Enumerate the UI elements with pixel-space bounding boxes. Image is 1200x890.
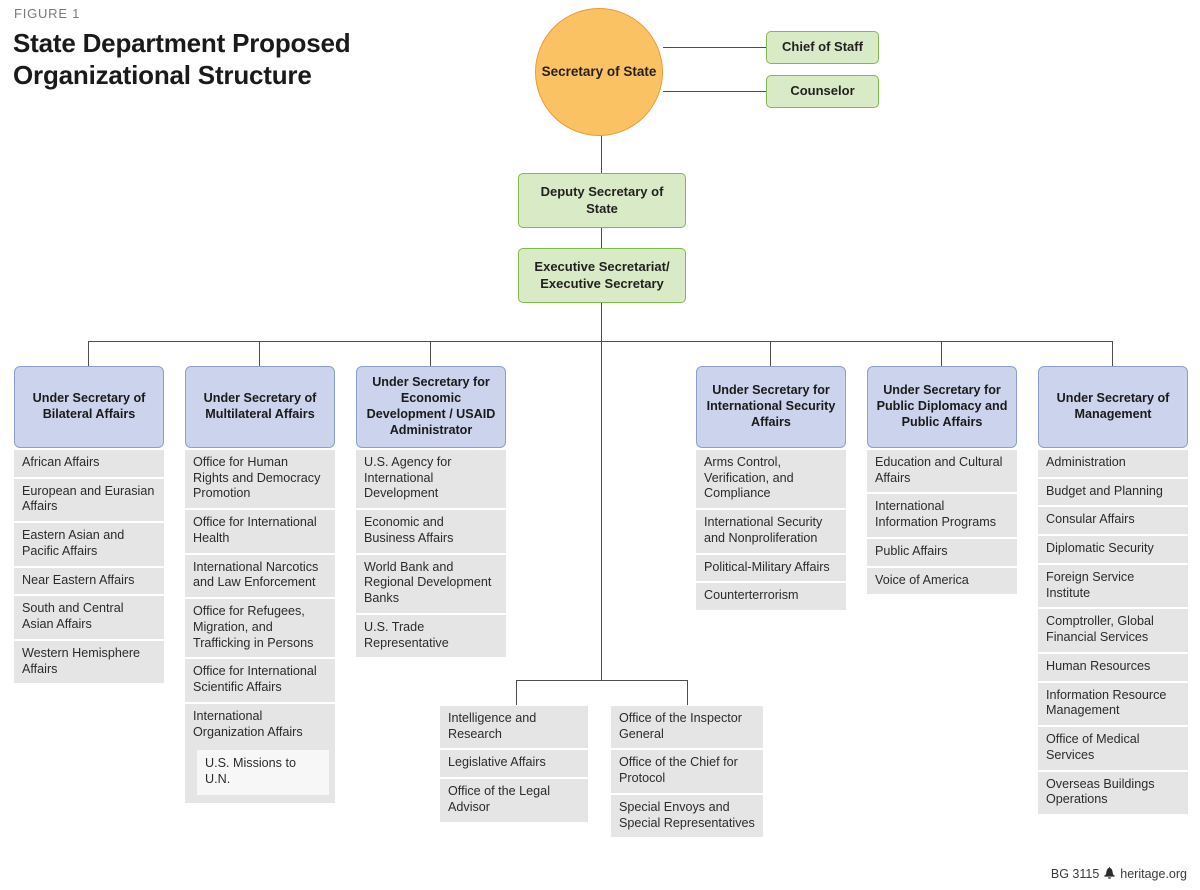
column-bilateral-affairs: Under Secretary of Bilateral Affairs Afr…: [14, 366, 164, 684]
connector-drop-col-2: [259, 341, 260, 367]
connector-bottom-bus: [516, 680, 688, 681]
bell-icon: [1104, 866, 1115, 881]
list-item[interactable]: International Security and Nonproliferat…: [696, 510, 846, 555]
list-item[interactable]: International Organization Affairs: [185, 703, 335, 747]
connector-drop-col-3: [430, 341, 431, 367]
bottom-item-list: Intelligence and Research Legislative Aff…: [440, 706, 588, 822]
chief-of-staff-label: Chief of Staff: [782, 39, 863, 55]
list-item[interactable]: Education and Cultural Affairs: [867, 450, 1017, 495]
list-item[interactable]: Office for International Scientific Affa…: [185, 659, 335, 704]
column-economic-development: Under Secretary for Economic Development…: [356, 366, 506, 658]
list-item[interactable]: Human Resources: [1038, 653, 1188, 683]
list-item[interactable]: Office of the Chief for Protocol: [611, 750, 763, 795]
bottom-group-right: Office of the Inspector General Office of…: [611, 704, 763, 838]
list-item[interactable]: South and Central Asian Affairs: [14, 596, 164, 641]
bottom-group-left: Intelligence and Research Legislative Aff…: [440, 704, 588, 822]
column-international-security-affairs: Under Secretary for International Securi…: [696, 366, 846, 611]
connector-exec-secretariat-bus: [601, 303, 602, 342]
column-item-list: Office for Human Rights and Democracy Pr…: [185, 450, 335, 747]
list-item[interactable]: Political-Military Affairs: [696, 554, 846, 584]
connector-secretary-deputy: [601, 132, 602, 174]
counselor-node[interactable]: Counselor: [766, 75, 879, 108]
org-chart-figure: FIGURE 1 State Department Proposed Organ…: [0, 0, 1200, 890]
secretary-of-state-node[interactable]: Secretary of State: [535, 8, 663, 136]
column-header[interactable]: Under Secretary for Economic Development…: [356, 366, 506, 448]
report-id: BG 3115: [1050, 866, 1100, 881]
list-item[interactable]: Economic and Business Affairs: [356, 510, 506, 555]
list-item[interactable]: Special Envoys and Special Representativ…: [611, 794, 763, 838]
list-item[interactable]: Office of Medical Services: [1038, 727, 1188, 772]
list-item[interactable]: Voice of America: [867, 567, 1017, 595]
list-item[interactable]: U.S. Trade Representative: [356, 614, 506, 658]
executive-secretariat-node[interactable]: Executive Secretariat/ Executive Secreta…: [518, 248, 686, 303]
connector-drop-bottom-left: [516, 680, 517, 705]
footer: BG 3115 heritage.org: [1051, 866, 1187, 881]
list-item[interactable]: Administration: [1038, 450, 1188, 479]
connector-drop-col-5: [941, 341, 942, 367]
list-item[interactable]: International Information Programs: [867, 494, 1017, 539]
connector-secretary-counselor: [663, 91, 767, 92]
column-item-list: U.S. Agency for International Developmen…: [356, 450, 506, 658]
list-item[interactable]: African Affairs: [14, 450, 164, 479]
list-item[interactable]: Office for Human Rights and Democracy Pr…: [185, 450, 335, 511]
connector-secretary-chief-of-staff: [663, 47, 767, 48]
list-item[interactable]: Diplomatic Security: [1038, 536, 1188, 565]
chief-of-staff-node[interactable]: Chief of Staff: [766, 31, 879, 64]
list-item[interactable]: Public Affairs: [867, 538, 1017, 568]
list-item[interactable]: Near Eastern Affairs: [14, 567, 164, 597]
list-item[interactable]: Eastern Asian and Pacific Affairs: [14, 523, 164, 568]
deputy-secretary-node[interactable]: Deputy Secretary of State: [518, 173, 686, 228]
bottom-item-list: Office of the Inspector General Office of…: [611, 706, 763, 838]
list-item[interactable]: Consular Affairs: [1038, 507, 1188, 537]
figure-label: FIGURE 1: [14, 6, 81, 21]
column-management: Under Secretary of Management Administra…: [1038, 366, 1188, 815]
list-item[interactable]: Foreign Service Institute: [1038, 564, 1188, 610]
list-item[interactable]: Counterterrorism: [696, 583, 846, 611]
column-multilateral-affairs: Under Secretary of Multilateral Affairs …: [185, 366, 335, 803]
sub-list-item[interactable]: U.S. Missions to U.N.: [197, 750, 329, 795]
secretary-of-state-label: Secretary of State: [541, 64, 657, 80]
executive-secretariat-label: Executive Secretariat/ Executive Secreta…: [534, 259, 670, 291]
column-header[interactable]: Under Secretary of Bilateral Affairs: [14, 366, 164, 448]
column-item-list: African Affairs European and Eurasian Aff…: [14, 450, 164, 684]
column-header[interactable]: Under Secretary for International Securi…: [696, 366, 846, 448]
list-item[interactable]: U.S. Agency for International Developmen…: [356, 450, 506, 511]
site-url: heritage.org: [1120, 866, 1187, 881]
list-item[interactable]: European and Eurasian Affairs: [14, 478, 164, 524]
connector-drop-col-6: [1112, 341, 1113, 367]
connector-center-spine: [601, 341, 602, 681]
list-item[interactable]: Office of the Legal Advisor: [440, 779, 588, 822]
column-item-list: Education and Cultural Affairs Internatio…: [867, 450, 1017, 595]
column-item-list: Administration Budget and Planning Consula…: [1038, 450, 1188, 815]
page-title: State Department Proposed Organizational…: [13, 28, 351, 90]
list-item[interactable]: World Bank and Regional Development Bank…: [356, 554, 506, 615]
column-header[interactable]: Under Secretary for Public Diplomacy and…: [867, 366, 1017, 448]
column-header[interactable]: Under Secretary of Management: [1038, 366, 1188, 448]
list-item[interactable]: Western Hemisphere Affairs: [14, 640, 164, 684]
deputy-secretary-label: Deputy Secretary of State: [540, 184, 664, 216]
connector-drop-col-1: [88, 341, 89, 367]
list-item[interactable]: International Narcotics and Law Enforcem…: [185, 554, 335, 600]
list-item[interactable]: Office for International Health: [185, 510, 335, 555]
list-item[interactable]: Office for Refugees, Migration, and Traf…: [185, 599, 335, 660]
column-item-list: Arms Control, Verification, and Complian…: [696, 450, 846, 611]
counselor-label: Counselor: [790, 83, 855, 99]
list-item[interactable]: Comptroller, Global Financial Services: [1038, 609, 1188, 654]
connector-deputy-exec-secretariat: [601, 228, 602, 249]
connector-drop-col-4: [770, 341, 771, 367]
list-item[interactable]: Office of the Inspector General: [611, 706, 763, 751]
connector-drop-bottom-right: [687, 680, 688, 705]
column-public-diplomacy: Under Secretary for Public Diplomacy and…: [867, 366, 1017, 595]
list-item[interactable]: Arms Control, Verification, and Complian…: [696, 450, 846, 511]
column-header[interactable]: Under Secretary of Multilateral Affairs: [185, 366, 335, 448]
column-sub-item-list: U.S. Missions to U.N.: [185, 746, 335, 803]
list-item[interactable]: Legislative Affairs: [440, 750, 588, 780]
list-item[interactable]: Information Resource Management: [1038, 682, 1188, 728]
list-item[interactable]: Budget and Planning: [1038, 478, 1188, 508]
list-item[interactable]: Intelligence and Research: [440, 706, 588, 751]
list-item[interactable]: Overseas Buildings Operations: [1038, 771, 1188, 815]
